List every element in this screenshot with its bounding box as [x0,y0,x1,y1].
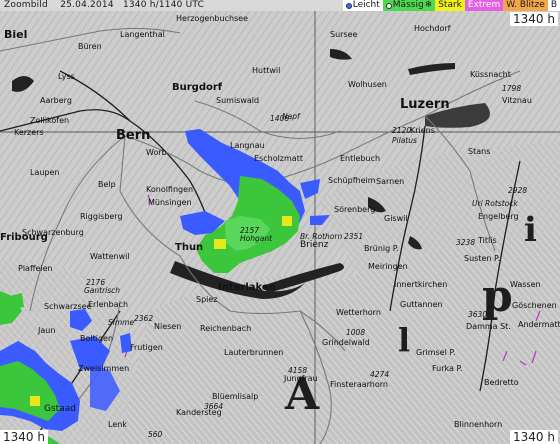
region-letter-i: i [524,210,537,250]
stamp-bottom-right: 1340 h [510,430,558,444]
legend-blitze: W. Blitze [503,0,548,11]
date-label: 25.04.2014 [60,0,114,10]
legend-massig: Mässig ❄ [382,0,436,11]
zoom-title: Zoombild [4,0,48,10]
header-info: Zoombild 25.04.2014 1340 h/1140 UTC [0,0,343,11]
legend-leicht: Leicht [342,0,383,11]
region-letter-p: p [482,271,513,322]
intensity-legend: Leicht Mässig ❄ Stark Extrem W. Blitze B [342,0,560,11]
time-label: 1340 h/1140 UTC [122,0,205,10]
stamp-top-right: 1340 h [510,12,558,26]
legend-stark: Stark [435,0,465,11]
legend-extrem: Extrem [464,0,504,11]
relief-map: A p i l [0,11,560,444]
header-bar: Zoombild 25.04.2014 1340 h/1140 UTC Leic… [0,0,560,11]
stamp-bottom-left: 1340 h [0,430,48,444]
legend-b: B [547,0,560,11]
region-letter-a: A [284,369,320,420]
region-letter-l: l [398,321,410,359]
radar-window: Zoombild 25.04.2014 1340 h/1140 UTC Leic… [0,0,560,444]
